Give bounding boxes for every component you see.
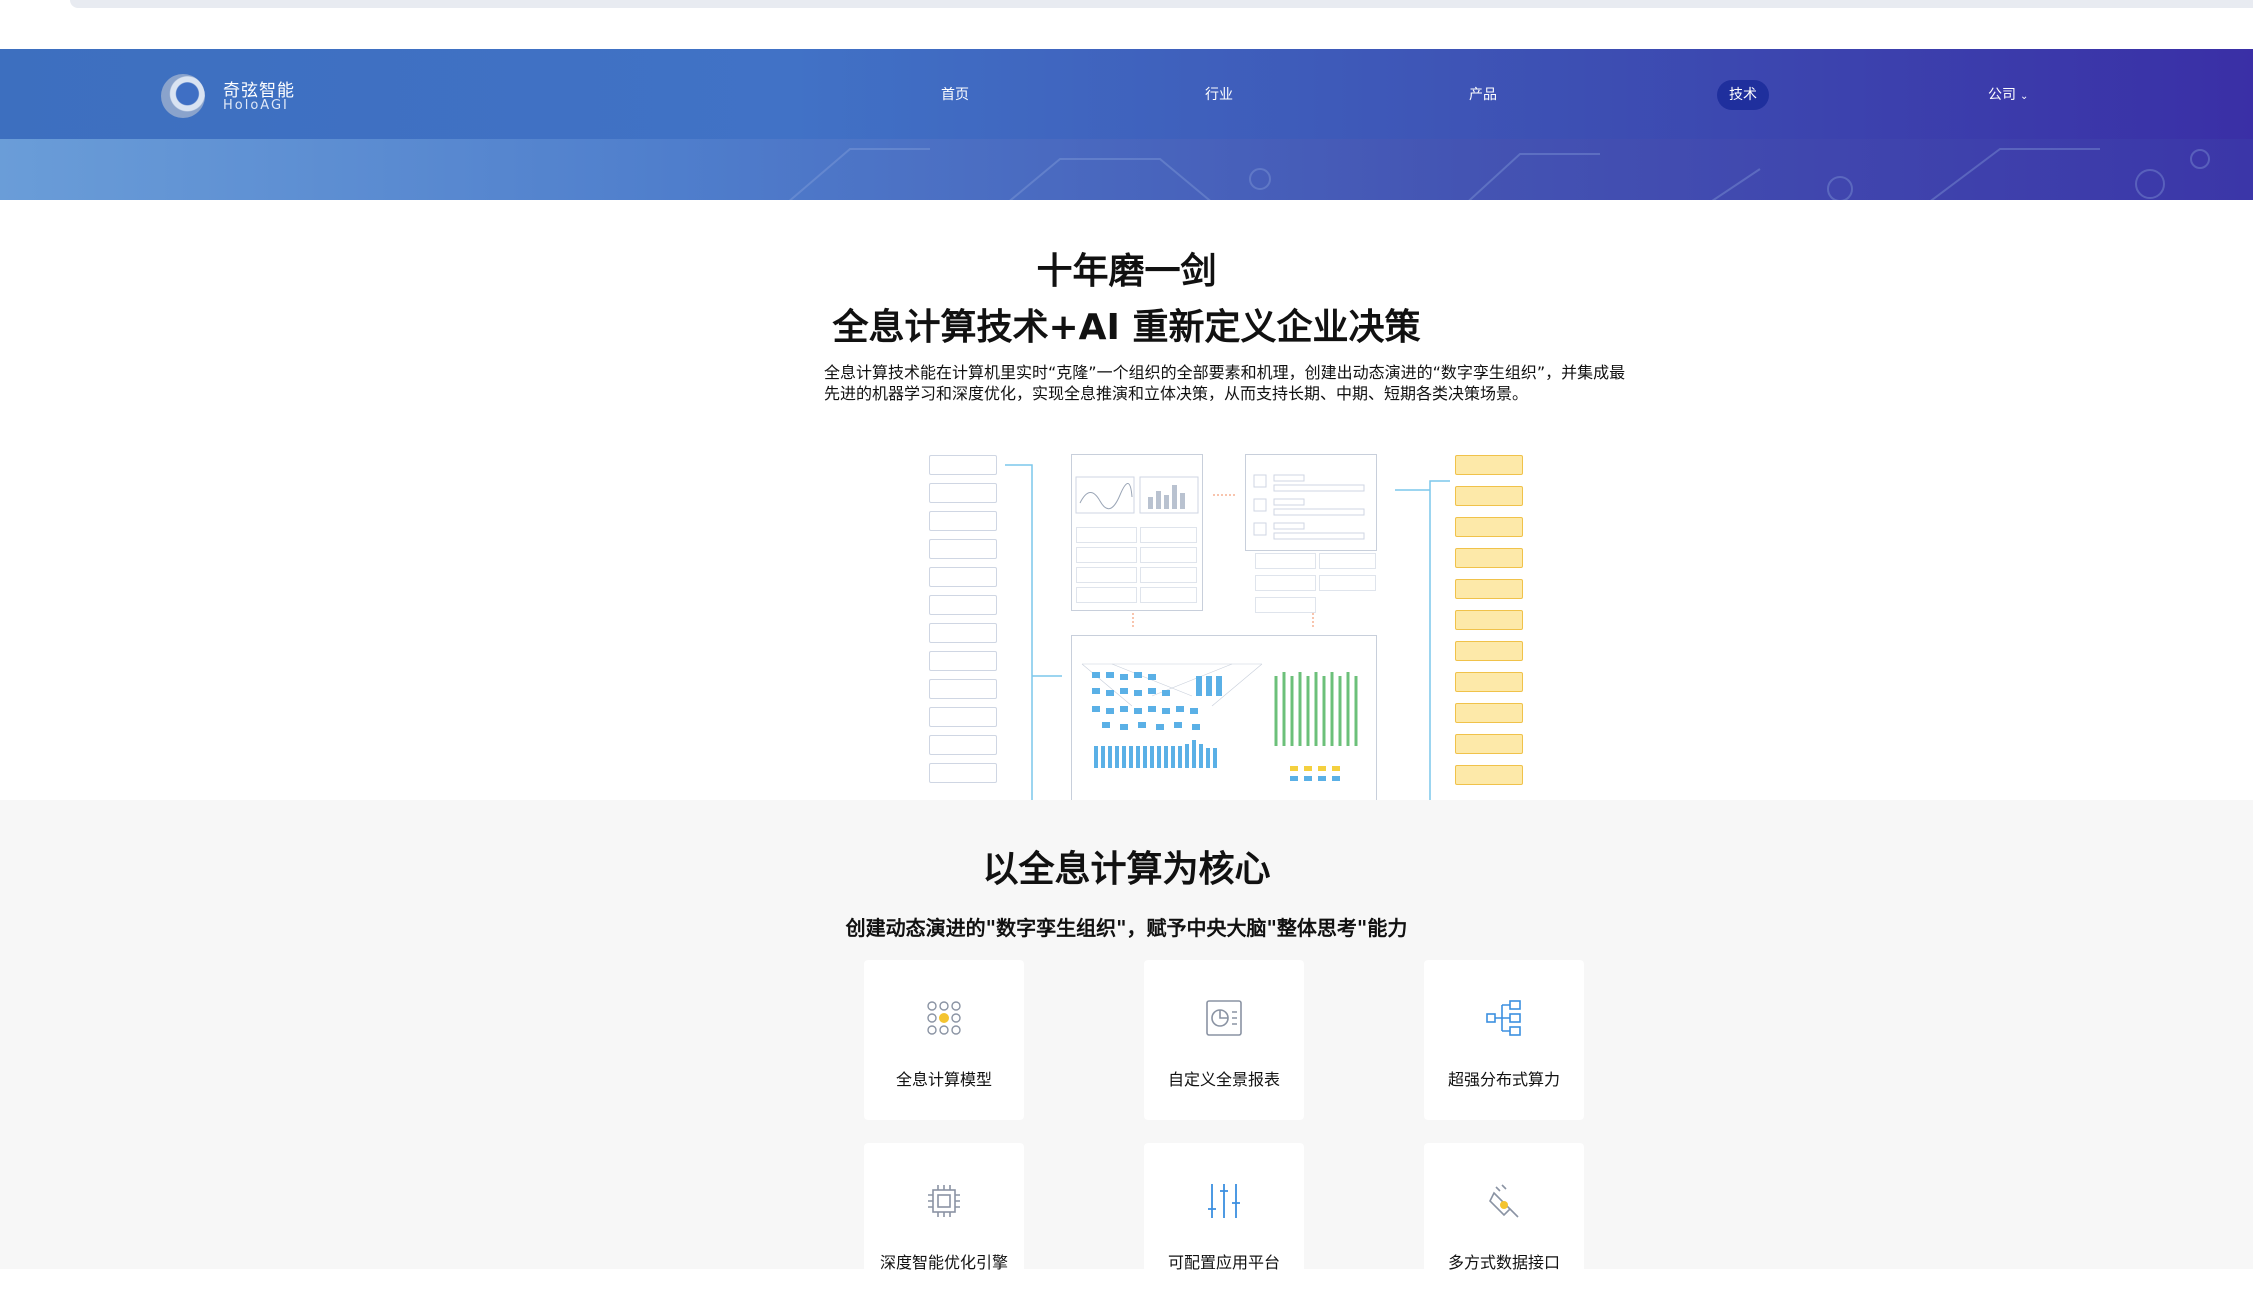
diagram-output-box: [1455, 672, 1523, 692]
logo-ring-icon: [161, 74, 205, 118]
section-description: 全息计算技术能在计算机里实时“克隆”一个组织的全部要素和机理，创建出动态演进的“…: [824, 363, 1626, 403]
nav-item-product[interactable]: 产品: [1469, 80, 1497, 110]
core-section-title: 以全息计算为核心: [982, 849, 1271, 890]
diagram-cell: [1140, 567, 1197, 583]
diagram-output-box: [1455, 517, 1523, 537]
capability-card[interactable]: 多方式数据接口: [1424, 1143, 1584, 1303]
diagram-cell: [1255, 553, 1316, 569]
diagram-input-box: [929, 483, 997, 503]
nav-item-industry[interactable]: 行业: [1205, 80, 1233, 110]
diagram-cell: [1076, 527, 1137, 543]
diagram-output-box: [1455, 641, 1523, 661]
section-title-2: 全息计算技术+AI 重新定义企业决策: [832, 307, 1421, 348]
diagram-cell: [1076, 547, 1137, 563]
capability-card[interactable]: 自定义全景报表: [1144, 960, 1304, 1120]
capability-label: 超强分布式算力: [1447, 1070, 1560, 1089]
diagram-output-box: [1455, 610, 1523, 630]
diagram-input-box: [929, 623, 997, 643]
nav-item-home[interactable]: 首页: [941, 80, 969, 110]
diagram-cell: [1255, 597, 1316, 613]
diagram-cell: [1140, 527, 1197, 543]
diagram-cell: [1319, 575, 1376, 591]
capability-card[interactable]: 全息计算模型: [864, 960, 1024, 1120]
diagram-output-box: [1455, 455, 1523, 475]
diagram-output-box: [1455, 486, 1523, 506]
capability-card[interactable]: 深度智能优化引擎: [864, 1143, 1024, 1303]
network-nodes-icon: [927, 1001, 961, 1035]
holographic-architecture-diagram: [925, 451, 1530, 802]
diagram-input-box: [929, 735, 997, 755]
diagram-output-box: [1455, 765, 1523, 785]
chip-icon: [928, 1185, 960, 1217]
distributed-tree-icon: [1486, 1000, 1521, 1036]
diagram-output-box: [1455, 548, 1523, 568]
diagram-input-box: [929, 595, 997, 615]
logo-text-en: HoloAGI: [223, 98, 289, 113]
plug-icon: [1489, 1184, 1519, 1218]
diagram-input-box: [929, 679, 997, 699]
diagram-input-box: [929, 455, 997, 475]
nav-item-company-label: 公司: [1988, 87, 2016, 103]
section-title-1: 十年磨一剑: [1036, 251, 1217, 292]
logo[interactable]: 奇弦智能 HoloAGI: [161, 71, 321, 121]
diagram-output-box: [1455, 734, 1523, 754]
sliders-icon: [1208, 1184, 1240, 1218]
nav-item-company[interactable]: 公司 ⌄: [1988, 80, 2028, 110]
browser-top-strip: [0, 0, 2253, 49]
diagram-input-box: [929, 567, 997, 587]
technology-intro-section: 十年磨一剑 全息计算技术+AI 重新定义企业决策 全息计算技术能在计算机里实时“…: [0, 200, 2253, 802]
top-navigation: 奇弦智能 HoloAGI 首页 行业 产品 技术 公司 ⌄: [0, 49, 2253, 139]
capability-label: 可配置应用平台: [1167, 1253, 1280, 1272]
diagram-input-box: [929, 707, 997, 727]
diagram-cell: [1140, 587, 1197, 603]
report-chart-icon: [1206, 1000, 1242, 1036]
capability-label: 多方式数据接口: [1447, 1253, 1560, 1272]
diagram-panel-model: [1071, 454, 1203, 611]
diagram-cell: [1255, 575, 1316, 591]
diagram-input-box: [929, 511, 997, 531]
diagram-cell: [1319, 553, 1376, 569]
diagram-output-box: [1455, 579, 1523, 599]
capability-card[interactable]: 可配置应用平台: [1144, 1143, 1304, 1303]
core-section-subtitle: 创建动态演进的"数字孪生组织"，赋予中央大脑"整体思考"能力: [845, 916, 1408, 940]
nav-item-technology[interactable]: 技术: [1717, 80, 1769, 110]
diagram-cell: [1076, 587, 1137, 603]
diagram-output-box: [1455, 703, 1523, 723]
diagram-panel-config: [1245, 454, 1377, 551]
diagram-input-box: [929, 651, 997, 671]
diagram-cell: [1140, 547, 1197, 563]
diagram-input-box: [929, 763, 997, 783]
capability-label: 自定义全景报表: [1167, 1070, 1280, 1089]
diagram-panel-compute: [1071, 635, 1377, 802]
capability-card[interactable]: 超强分布式算力: [1424, 960, 1584, 1120]
address-bar-edge: [70, 0, 2253, 8]
chevron-down-icon: ⌄: [2020, 91, 2029, 102]
capability-label: 深度智能优化引擎: [879, 1253, 1008, 1272]
diagram-config-lines: [1253, 474, 1365, 540]
diagram-mini-charts: [1075, 476, 1199, 514]
circuit-decoration: [788, 148, 2210, 200]
diagram-input-box: [929, 539, 997, 559]
capability-label: 全息计算模型: [895, 1070, 992, 1089]
diagram-cell: [1076, 567, 1137, 583]
core-capabilities-section: 以全息计算为核心 创建动态演进的"数字孪生组织"，赋予中央大脑"整体思考"能力 …: [0, 800, 2253, 1303]
diagram-compute-graphic: [1081, 663, 1358, 781]
